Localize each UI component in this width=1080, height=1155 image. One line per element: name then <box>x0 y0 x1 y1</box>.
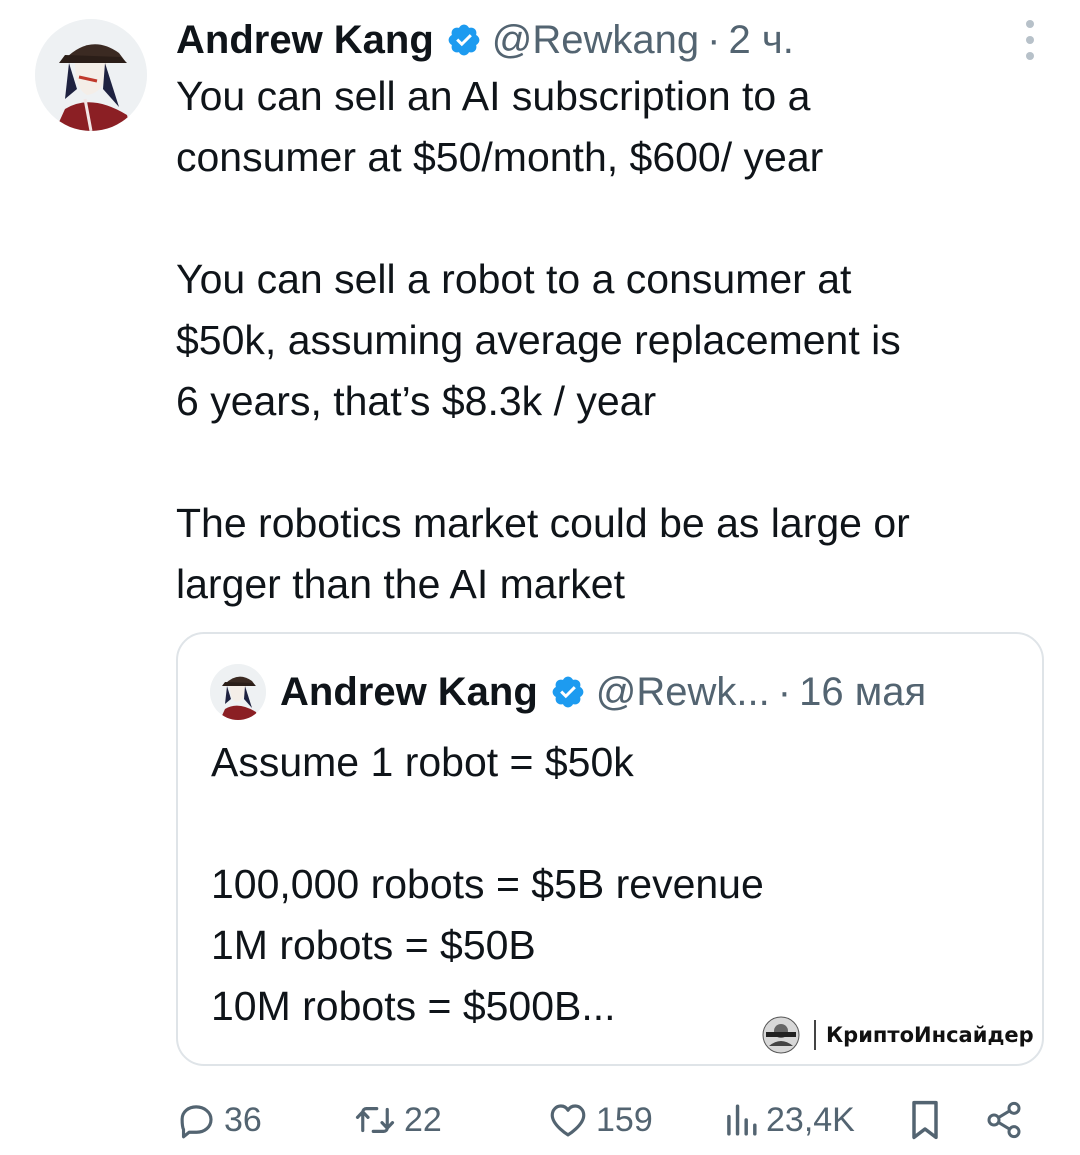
more-options-icon[interactable] <box>1020 20 1040 60</box>
watermark-divider <box>814 1020 816 1050</box>
quoted-tweet-card[interactable]: Andrew Kang @Rewk... · 16 мая Assume 1 r… <box>176 632 1044 1066</box>
retweet-button[interactable]: 22 <box>352 1085 442 1155</box>
verified-badge-icon <box>448 24 480 56</box>
quoted-author-name: Andrew Kang <box>280 669 538 714</box>
tweet-timestamp[interactable]: 2 ч. <box>729 18 794 63</box>
author-name[interactable]: Andrew Kang <box>176 18 434 63</box>
watermark: КриптоИнсайдер <box>762 1016 1034 1054</box>
author-avatar[interactable] <box>35 19 147 131</box>
retweet-count: 22 <box>404 1100 442 1139</box>
quoted-author-handle: @Rewk... <box>595 669 770 714</box>
share-icon <box>987 1101 1021 1139</box>
bookmark-button[interactable] <box>906 1085 944 1155</box>
retweet-icon <box>355 1107 395 1133</box>
bookmark-icon <box>912 1100 938 1140</box>
reply-icon <box>180 1105 213 1139</box>
verified-badge-icon <box>552 676 584 708</box>
like-button[interactable]: 159 <box>546 1085 653 1155</box>
reply-count: 36 <box>224 1100 262 1139</box>
views-button[interactable]: 23,4K <box>722 1085 855 1155</box>
tweet-action-bar: 36 22 159 23,4K <box>0 1085 1080 1155</box>
tweet-header: Andrew Kang @Rewkang · 2 ч. <box>176 10 794 70</box>
heart-icon <box>550 1104 586 1137</box>
reply-button[interactable]: 36 <box>176 1085 262 1155</box>
like-count: 159 <box>596 1100 653 1139</box>
quoted-tweet-timestamp: 16 мая <box>799 669 927 714</box>
quoted-author-avatar <box>210 664 266 720</box>
share-button[interactable] <box>984 1085 1024 1155</box>
separator-dot: · <box>707 17 721 62</box>
watermark-seal-icon <box>762 1016 800 1054</box>
views-icon <box>727 1104 757 1136</box>
quoted-tweet-header: Andrew Kang @Rewk... · 16 мая <box>280 662 926 722</box>
watermark-text: КриптоИнсайдер <box>826 1023 1034 1047</box>
author-handle[interactable]: @Rewkang <box>492 18 699 63</box>
separator-dot: · <box>777 669 792 714</box>
tweet-text: You can sell an AI subscription to a con… <box>176 73 910 607</box>
quoted-tweet-text: Assume 1 robot = $50k 100,000 robots = $… <box>211 739 764 1029</box>
views-count: 23,4K <box>766 1100 855 1139</box>
